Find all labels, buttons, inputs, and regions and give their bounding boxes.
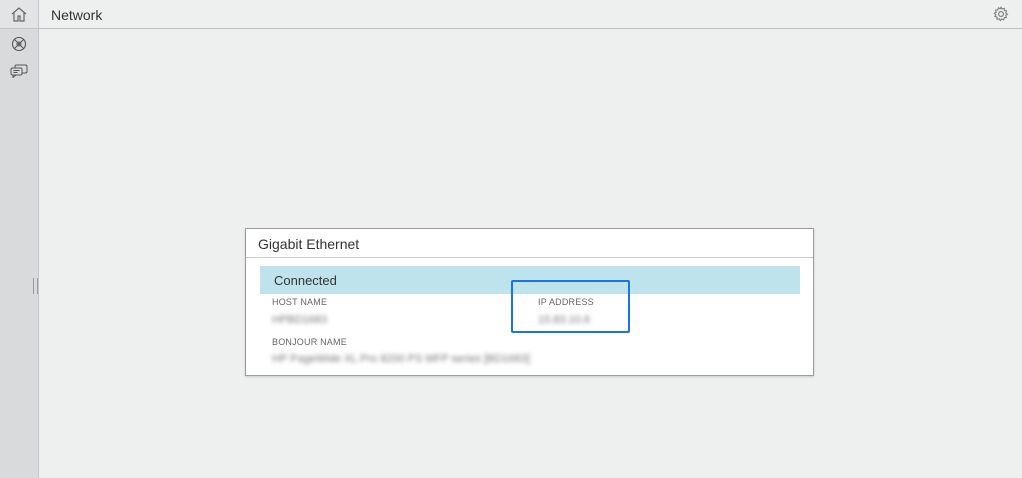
network-nav-button[interactable] [0,33,38,55]
network-icon [11,36,27,52]
left-sidebar [0,0,39,478]
connection-status: Connected [274,273,337,288]
home-icon [11,7,27,22]
bonjour-name-value: HP PageWide XL Pro 8200 PS MFP series [B… [272,353,530,365]
page-title: Network [51,7,103,23]
bonjour-name-label: BONJOUR NAME [272,337,347,347]
messages-nav-button[interactable] [0,60,38,82]
sidebar-resize-handle[interactable] [33,278,38,294]
card-divider [246,257,813,258]
chat-icon [10,64,28,78]
ethernet-card: Gigabit Ethernet Connected HOST NAME HPB… [245,228,814,376]
host-name-value: HPBD1683 [272,314,328,326]
ip-address-highlight [511,280,630,333]
host-name-label: HOST NAME [272,297,328,307]
top-bar: Network [39,0,1022,29]
settings-button[interactable] [992,5,1010,23]
card-title: Gigabit Ethernet [258,236,360,252]
home-button[interactable] [0,0,38,29]
gear-icon [993,6,1009,22]
